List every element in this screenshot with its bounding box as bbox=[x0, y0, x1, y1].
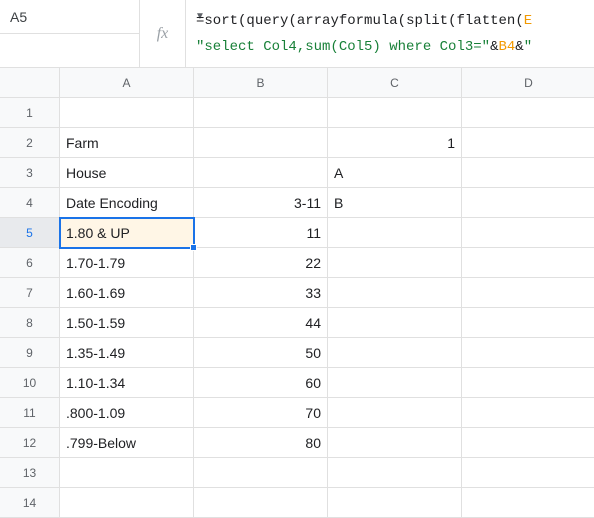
cell-B12[interactable]: 80 bbox=[194, 428, 328, 458]
cell-D4[interactable] bbox=[462, 188, 594, 218]
cell-D14[interactable] bbox=[462, 488, 594, 518]
cell-C9[interactable] bbox=[328, 338, 462, 368]
cell-A6[interactable]: 1.70-1.79 bbox=[60, 248, 194, 278]
cell-D12[interactable] bbox=[462, 428, 594, 458]
cell-B9[interactable]: 50 bbox=[194, 338, 328, 368]
cell-A3[interactable]: House bbox=[60, 158, 194, 188]
cell-C3[interactable]: A bbox=[328, 158, 462, 188]
cell-B14[interactable] bbox=[194, 488, 328, 518]
cell-B8[interactable]: 44 bbox=[194, 308, 328, 338]
cell-D10[interactable] bbox=[462, 368, 594, 398]
row-header-11[interactable]: 11 bbox=[0, 398, 60, 428]
cell-B10[interactable]: 60 bbox=[194, 368, 328, 398]
cell-A4[interactable]: Date Encoding bbox=[60, 188, 194, 218]
cell-A7[interactable]: 1.60-1.69 bbox=[60, 278, 194, 308]
row-header-3[interactable]: 3 bbox=[0, 158, 60, 188]
cell-A8[interactable]: 1.50-1.59 bbox=[60, 308, 194, 338]
cell-D9[interactable] bbox=[462, 338, 594, 368]
cell-A9[interactable]: 1.35-1.49 bbox=[60, 338, 194, 368]
cell-C8[interactable] bbox=[328, 308, 462, 338]
cell-B7[interactable]: 33 bbox=[194, 278, 328, 308]
col-header-A[interactable]: A bbox=[60, 68, 194, 98]
cell-A1[interactable] bbox=[60, 98, 194, 128]
cell-A5[interactable]: 1.80 & UP bbox=[60, 218, 194, 248]
row-header-2[interactable]: 2 bbox=[0, 128, 60, 158]
cell-C10[interactable] bbox=[328, 368, 462, 398]
col-header-D[interactable]: D bbox=[462, 68, 594, 98]
cell-C2[interactable]: 1 bbox=[328, 128, 462, 158]
row-header-1[interactable]: 1 bbox=[0, 98, 60, 128]
cell-D7[interactable] bbox=[462, 278, 594, 308]
cell-D8[interactable] bbox=[462, 308, 594, 338]
row-header-8[interactable]: 8 bbox=[0, 308, 60, 338]
cell-A13[interactable] bbox=[60, 458, 194, 488]
cell-C5[interactable] bbox=[328, 218, 462, 248]
cell-C12[interactable] bbox=[328, 428, 462, 458]
cell-D13[interactable] bbox=[462, 458, 594, 488]
cell-C11[interactable] bbox=[328, 398, 462, 428]
row-header-4[interactable]: 4 bbox=[0, 188, 60, 218]
cell-D2[interactable] bbox=[462, 128, 594, 158]
row-header-12[interactable]: 12 bbox=[0, 428, 60, 458]
cell-B1[interactable] bbox=[194, 98, 328, 128]
row-header-6[interactable]: 6 bbox=[0, 248, 60, 278]
cell-D1[interactable] bbox=[462, 98, 594, 128]
name-box-container: ▼ bbox=[0, 0, 140, 67]
spreadsheet-grid[interactable]: ABCD12Farm13HouseA4Date Encoding3-11B51.… bbox=[0, 68, 594, 518]
cell-A11[interactable]: .800-1.09 bbox=[60, 398, 194, 428]
name-box[interactable]: ▼ bbox=[0, 0, 139, 34]
cell-C1[interactable] bbox=[328, 98, 462, 128]
fx-icon: fx bbox=[140, 0, 186, 67]
select-all-corner[interactable] bbox=[0, 68, 60, 98]
cell-B5[interactable]: 11 bbox=[194, 218, 328, 248]
cell-D6[interactable] bbox=[462, 248, 594, 278]
row-header-14[interactable]: 14 bbox=[0, 488, 60, 518]
fill-handle[interactable] bbox=[190, 244, 197, 251]
row-header-13[interactable]: 13 bbox=[0, 458, 60, 488]
row-header-5[interactable]: 5 bbox=[0, 218, 60, 248]
cell-A10[interactable]: 1.10-1.34 bbox=[60, 368, 194, 398]
cell-B13[interactable] bbox=[194, 458, 328, 488]
row-header-9[interactable]: 9 bbox=[0, 338, 60, 368]
cell-C4[interactable]: B bbox=[328, 188, 462, 218]
cell-A12[interactable]: .799-Below bbox=[60, 428, 194, 458]
cell-A2[interactable]: Farm bbox=[60, 128, 194, 158]
cell-D3[interactable] bbox=[462, 158, 594, 188]
cell-B2[interactable] bbox=[194, 128, 328, 158]
toolbar: ▼ fx =sort(query(arrayformula(split(flat… bbox=[0, 0, 594, 68]
cell-C14[interactable] bbox=[328, 488, 462, 518]
row-header-10[interactable]: 10 bbox=[0, 368, 60, 398]
cell-B4[interactable]: 3-11 bbox=[194, 188, 328, 218]
cell-B6[interactable]: 22 bbox=[194, 248, 328, 278]
formula-bar: fx =sort(query(arrayformula(split(flatte… bbox=[140, 0, 594, 67]
cell-C6[interactable] bbox=[328, 248, 462, 278]
row-header-7[interactable]: 7 bbox=[0, 278, 60, 308]
cell-B11[interactable]: 70 bbox=[194, 398, 328, 428]
cell-C13[interactable] bbox=[328, 458, 462, 488]
col-header-B[interactable]: B bbox=[194, 68, 328, 98]
cell-B3[interactable] bbox=[194, 158, 328, 188]
cell-A14[interactable] bbox=[60, 488, 194, 518]
cell-D11[interactable] bbox=[462, 398, 594, 428]
col-header-C[interactable]: C bbox=[328, 68, 462, 98]
formula-input[interactable]: =sort(query(arrayformula(split(flatten(E… bbox=[186, 0, 594, 67]
name-box-spacer bbox=[0, 34, 139, 67]
cell-D5[interactable] bbox=[462, 218, 594, 248]
cell-C7[interactable] bbox=[328, 278, 462, 308]
